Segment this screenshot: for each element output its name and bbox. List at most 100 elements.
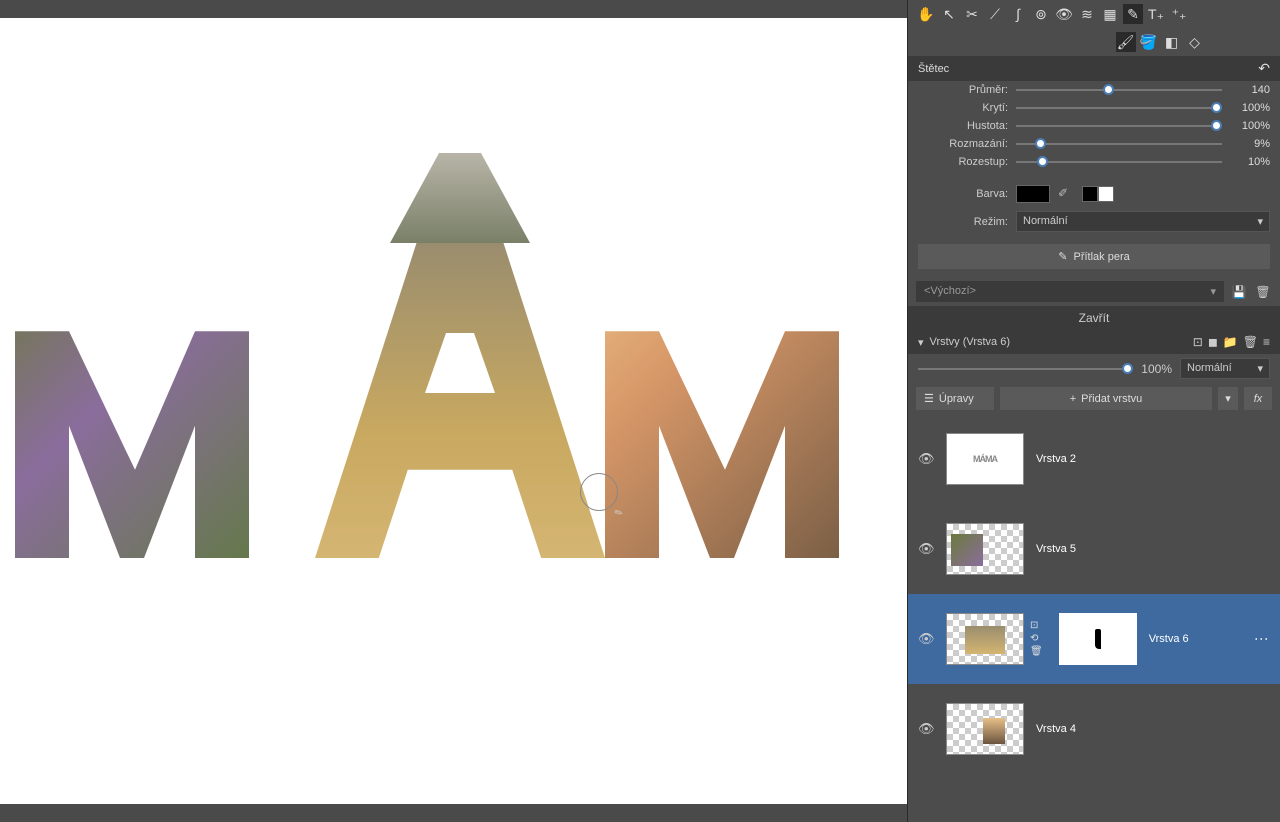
close-button[interactable]: Zavřít — [908, 306, 1280, 330]
layer-name: Vrstva 4 — [1036, 723, 1076, 735]
save-preset-icon[interactable]: 💾 — [1230, 283, 1248, 301]
collapse-icon[interactable]: ▾ — [918, 336, 924, 349]
duplicate-layer-icon[interactable]: ⊡ — [1193, 335, 1203, 349]
duplicate-mask-icon[interactable]: ⊡ — [1030, 620, 1043, 631]
chevron-down-icon: ▾ — [1257, 362, 1263, 375]
eyedropper-icon[interactable]: ✐ — [1058, 186, 1074, 202]
fx-button[interactable]: fx — [1244, 387, 1272, 410]
layer-name: Vrstva 6 — [1149, 633, 1189, 645]
blur-slider: Rozmazání: 9% — [908, 135, 1280, 153]
levels-tool-icon[interactable]: ▦ — [1100, 4, 1120, 24]
brush-tool-icon[interactable]: ✎ — [1123, 4, 1143, 24]
diameter-label: Průměr: — [918, 84, 1008, 96]
delete-preset-icon[interactable]: 🗑 — [1254, 283, 1272, 301]
mask-thumbnail[interactable] — [1059, 613, 1137, 665]
mask-icon[interactable]: ◼ — [1208, 335, 1218, 349]
layer-item[interactable]: 👁 Vrstva 5 — [908, 504, 1280, 594]
brush-section-header: Štětec ↶ — [908, 56, 1280, 81]
layers-title: Vrstvy (Vrstva 6) — [930, 336, 1010, 348]
delete-mask-icon[interactable]: 🗑 — [1030, 646, 1043, 657]
path-tool-icon[interactable]: ⟋ — [985, 4, 1005, 24]
blur-label: Rozmazání: — [918, 138, 1008, 150]
blur-track[interactable] — [1016, 143, 1222, 145]
canvas[interactable]: ✎ — [0, 18, 907, 804]
text-tool-icon[interactable]: T₊ — [1146, 4, 1166, 24]
trash-icon[interactable]: 🗑 — [1243, 335, 1258, 349]
link-icon[interactable]: ⟲ — [1030, 633, 1043, 644]
color-swatch[interactable] — [1016, 185, 1050, 203]
mask-link-controls: ⊡ ⟲ 🗑 — [1030, 620, 1043, 657]
paint-brush-icon[interactable]: 🖌 — [1116, 32, 1136, 52]
bw-swatches[interactable] — [1082, 186, 1114, 202]
move-tool-icon[interactable]: ↖ — [939, 4, 959, 24]
plus-icon: + — [1070, 393, 1076, 405]
layer-more-icon[interactable]: ⋮ — [1254, 632, 1270, 646]
more-tool-icon[interactable]: ⁺₊ — [1169, 4, 1189, 24]
visibility-toggle-icon[interactable]: 👁 — [918, 451, 934, 467]
back-icon[interactable]: ↶ — [1258, 60, 1270, 77]
folder-icon[interactable]: 📁 — [1223, 335, 1238, 349]
blend-mode-select[interactable]: Normální▾ — [1016, 211, 1270, 232]
layer-item[interactable]: 👁 Vrstva 4 — [908, 684, 1280, 774]
spot-tool-icon[interactable]: ⊚ — [1031, 4, 1051, 24]
layer-thumbnail[interactable] — [946, 523, 1024, 575]
curve-tool-icon[interactable]: ∫ — [1008, 4, 1028, 24]
spacing-value: 10% — [1230, 156, 1270, 168]
opacity-track[interactable] — [1016, 107, 1222, 109]
layer-item-selected[interactable]: 👁 ⊡ ⟲ 🗑 Vrstva 6 ⋮ — [908, 594, 1280, 684]
opacity-label: Krytí: — [918, 102, 1008, 114]
blur-value: 9% — [1230, 138, 1270, 150]
diameter-slider: Průměr: 140 — [908, 81, 1280, 99]
density-label: Hustota: — [918, 120, 1008, 132]
pen-pressure-label: Přítlak pera — [1073, 251, 1129, 263]
density-value: 100% — [1230, 120, 1270, 132]
edits-button[interactable]: ☰Úpravy — [916, 387, 994, 410]
density-track[interactable] — [1016, 125, 1222, 127]
tool-row-2: 🖌 🪣 ◧ ◇ — [908, 28, 1280, 56]
eraser-tool-icon[interactable]: ◇ — [1185, 32, 1205, 52]
crop-tool-icon[interactable]: ✂ — [962, 4, 982, 24]
visibility-toggle-icon[interactable]: 👁 — [918, 541, 934, 557]
layer-opacity-row: 100% Normální▾ — [908, 354, 1280, 383]
hand-tool-icon[interactable]: ✋ — [916, 4, 936, 24]
menu-icon[interactable]: ≡ — [1263, 335, 1270, 349]
layer-thumbnail[interactable]: MÁMA — [946, 433, 1024, 485]
mode-label: Režim: — [918, 216, 1008, 228]
opacity-value: 100% — [1230, 102, 1270, 114]
tool-row-1: ✋ ↖ ✂ ⟋ ∫ ⊚ 👁 ≋ ▦ ✎ T₊ ⁺₊ — [908, 0, 1280, 28]
letter-M-1 — [15, 243, 315, 558]
canvas-border-bottom — [0, 804, 907, 822]
layer-opacity-track[interactable] — [918, 368, 1133, 370]
pen-icon: ✎ — [1058, 250, 1067, 263]
layers-list: 👁 MÁMA Vrstva 2 👁 Vrstva 5 👁 ⊡ ⟲ 🗑 Vrstv… — [908, 414, 1280, 822]
layer-opacity-value: 100% — [1141, 362, 1172, 376]
add-layer-button[interactable]: +Přidat vrstvu — [1000, 387, 1212, 410]
layer-thumbnail[interactable] — [946, 703, 1024, 755]
visibility-toggle-icon[interactable]: 👁 — [918, 721, 934, 737]
layers-header: ▾ Vrstvy (Vrstva 6) ⊡ ◼ 📁 🗑 ≡ — [908, 330, 1280, 354]
gradient-tool-icon[interactable]: ◧ — [1162, 32, 1182, 52]
layer-name: Vrstva 5 — [1036, 543, 1076, 555]
brush-cursor — [580, 473, 618, 511]
layer-action-buttons: ☰Úpravy +Přidat vrstvu ▾ fx — [908, 383, 1280, 414]
brush-title: Štětec — [918, 63, 949, 75]
layer-blend-select[interactable]: Normální▾ — [1180, 358, 1270, 379]
add-layer-dropdown[interactable]: ▾ — [1218, 387, 1238, 410]
spacing-track[interactable] — [1016, 161, 1222, 163]
layer-name: Vrstva 2 — [1036, 453, 1076, 465]
preset-select[interactable]: <Výchozí>▾ — [916, 281, 1224, 302]
chevron-down-icon: ▾ — [1257, 215, 1263, 228]
pen-pressure-button[interactable]: ✎ Přítlak pera — [918, 244, 1270, 269]
bucket-tool-icon[interactable]: 🪣 — [1139, 32, 1159, 52]
eye-tool-icon[interactable]: 👁 — [1054, 4, 1074, 24]
liquify-tool-icon[interactable]: ≋ — [1077, 4, 1097, 24]
canvas-area[interactable]: ✎ — [0, 0, 907, 822]
canvas-border-top — [0, 0, 907, 18]
visibility-toggle-icon[interactable]: 👁 — [918, 631, 934, 647]
diameter-track[interactable] — [1016, 89, 1222, 91]
opacity-slider: Krytí: 100% — [908, 99, 1280, 117]
layer-item[interactable]: 👁 MÁMA Vrstva 2 — [908, 414, 1280, 504]
spacing-label: Rozestup: — [918, 156, 1008, 168]
layer-thumbnail[interactable] — [946, 613, 1024, 665]
letter-A — [315, 153, 605, 468]
